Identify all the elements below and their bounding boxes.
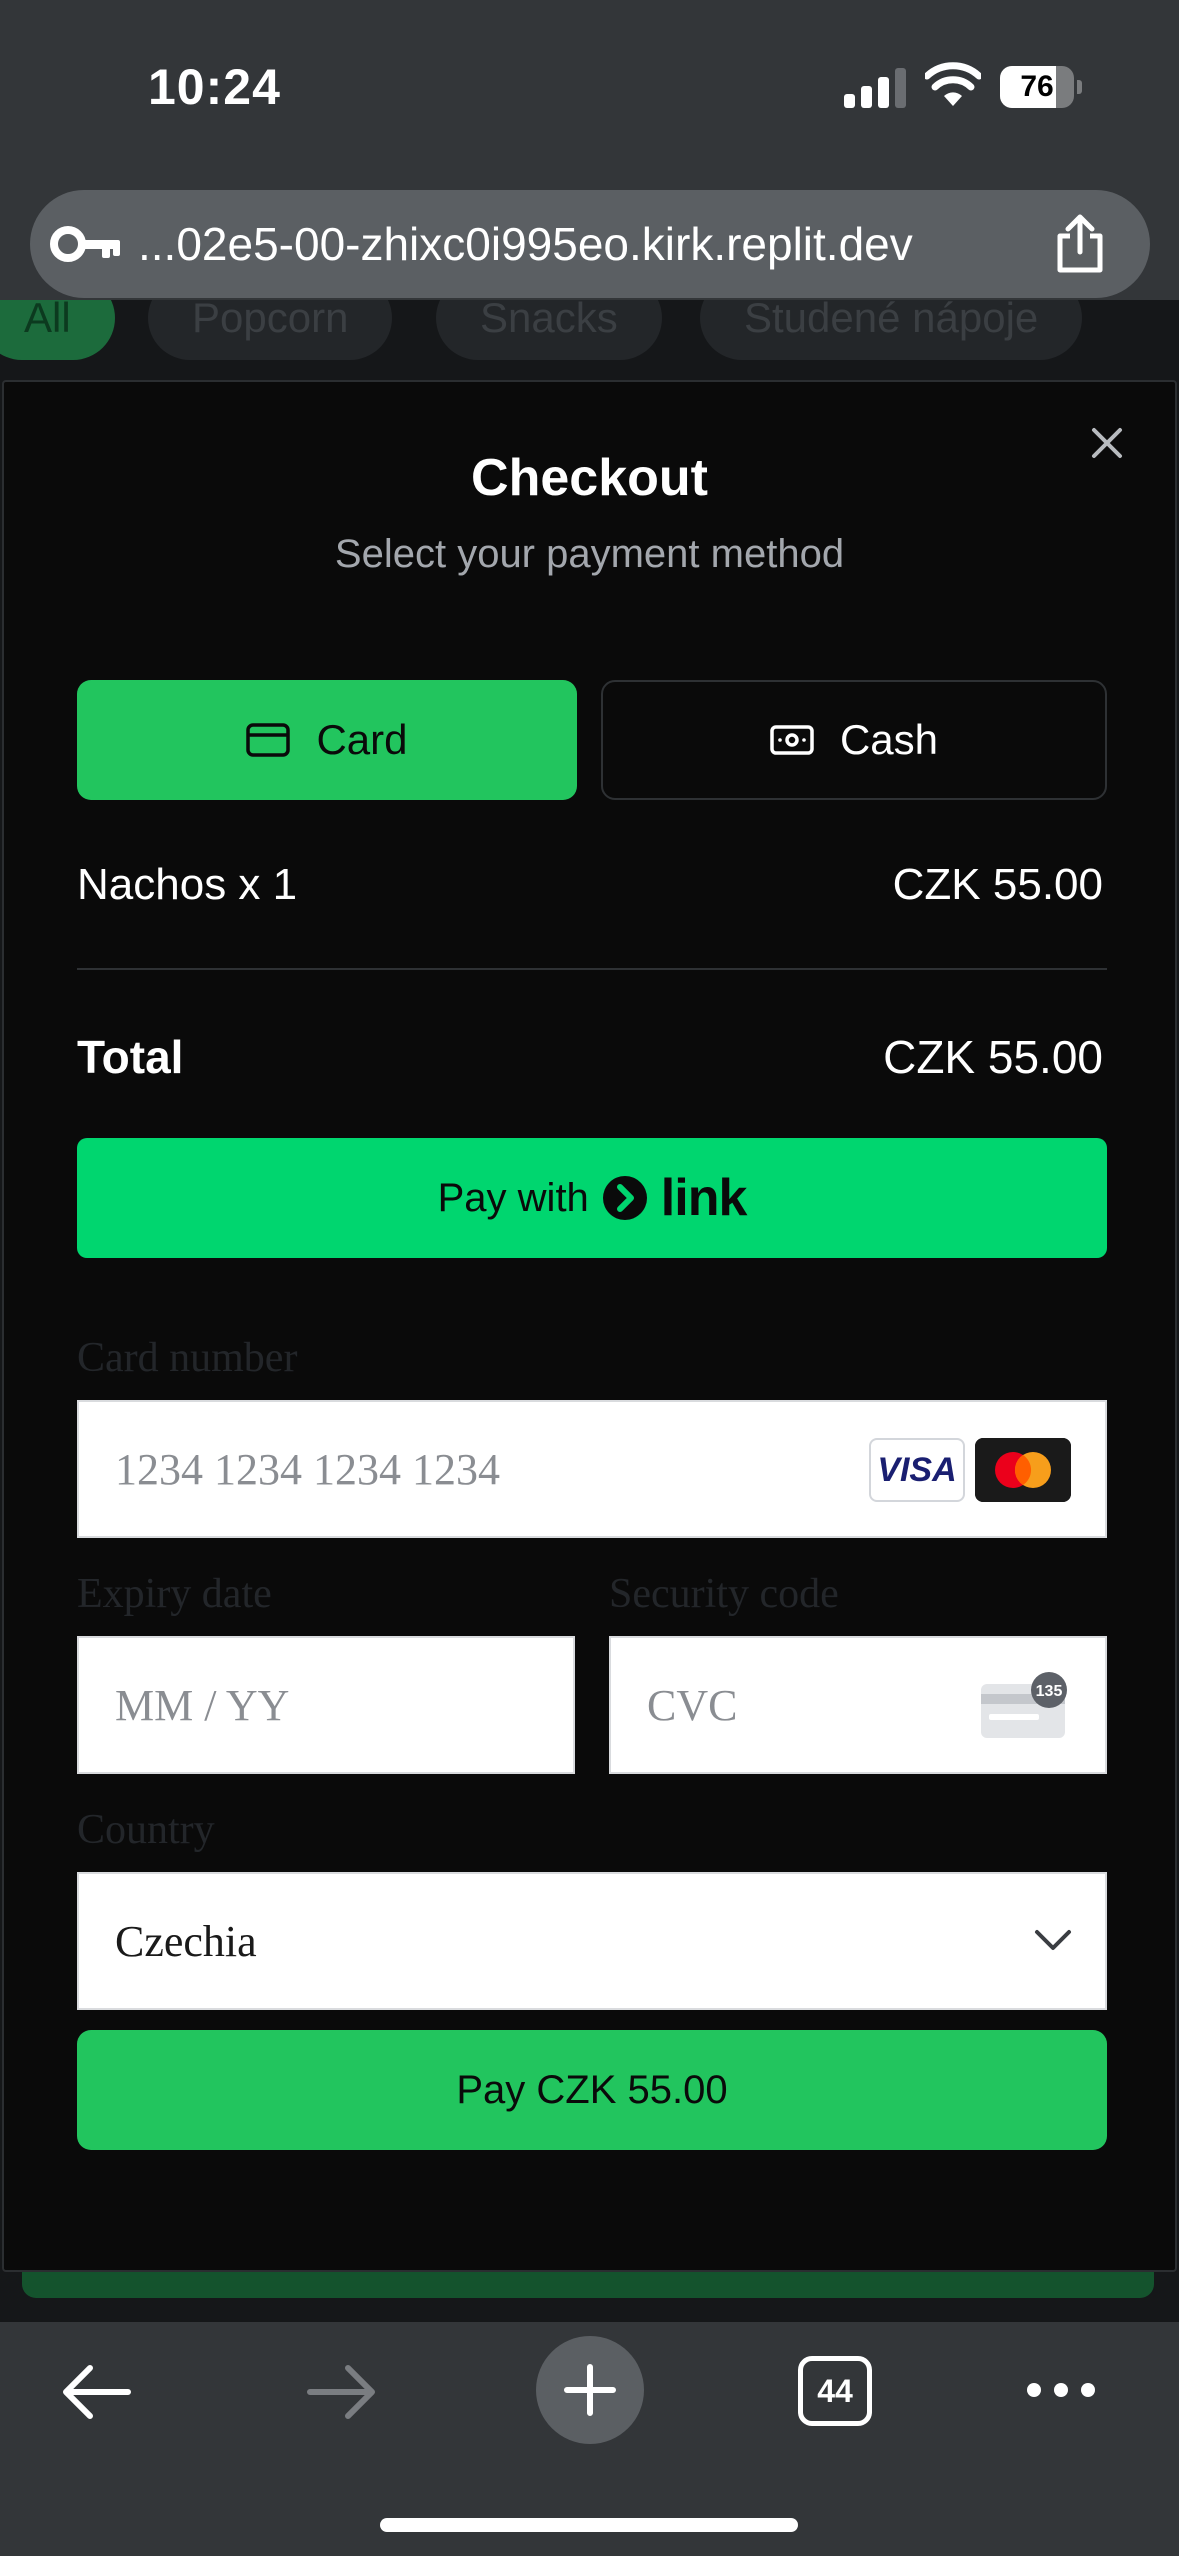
home-indicator <box>380 2518 798 2532</box>
link-button-prefix: Pay with <box>437 1175 589 1220</box>
more-dots-icon[interactable] <box>1024 2378 1098 2402</box>
divider <box>77 968 1107 970</box>
cvc-badge-text: 135 <box>1036 1683 1063 1700</box>
new-tab-button[interactable] <box>536 2336 644 2444</box>
card-number-placeholder: 1234 1234 1234 1234 <box>115 1444 500 1494</box>
card-method-button[interactable]: Card <box>77 680 577 800</box>
battery-icon: 76 <box>1000 66 1082 108</box>
status-bar: 10:24 76 <box>0 0 1179 180</box>
battery-level: 76 <box>1020 70 1054 103</box>
category-pill-all[interactable]: All <box>0 300 115 360</box>
cellular-signal-icon <box>844 68 906 108</box>
forward-arrow-icon[interactable] <box>304 2360 380 2424</box>
plus-icon <box>564 2364 616 2416</box>
total-value: CZK 55.00 <box>883 1031 1103 1083</box>
order-item-price: CZK 55.00 <box>892 860 1103 909</box>
country-select[interactable]: Czechia <box>77 1872 1107 2010</box>
banknote-icon <box>770 725 814 755</box>
country-label: Country <box>77 1807 215 1853</box>
country-value: Czechia <box>115 1916 257 1966</box>
share-icon[interactable] <box>1052 214 1108 274</box>
total-label: Total <box>77 1031 184 1083</box>
link-brand-text: link <box>660 1169 748 1227</box>
category-pill-cold-drinks[interactable]: Studené nápoje <box>700 300 1083 360</box>
expiry-date-field[interactable]: MM / YY <box>77 1636 575 1774</box>
back-arrow-icon[interactable] <box>58 2360 134 2424</box>
security-code-field[interactable]: CVC 135 <box>609 1636 1107 1774</box>
url-text[interactable]: ...02e5-00-zhixc0i995eo.kirk.replit.dev <box>138 216 1068 272</box>
mastercard-logo-icon <box>975 1438 1071 1502</box>
visa-logo-icon: VISA <box>869 1438 965 1502</box>
order-item-label: Nachos x 1 <box>77 860 298 909</box>
chevron-down-icon <box>1035 1930 1071 1950</box>
pay-with-link-button[interactable]: Pay with link <box>77 1138 1107 1258</box>
checkout-modal: Checkout Select your payment method Card… <box>2 380 1177 2272</box>
tabs-count-button[interactable]: 44 <box>798 2356 872 2426</box>
pay-button[interactable]: Pay CZK 55.00 <box>77 2030 1107 2150</box>
key-icon <box>50 226 120 262</box>
status-time: 10:24 <box>148 59 281 115</box>
card-number-label: Card number <box>77 1335 298 1381</box>
security-code-placeholder: CVC <box>647 1680 738 1730</box>
cash-method-label: Cash <box>839 716 939 763</box>
modal-subtitle: Select your payment method <box>334 532 845 576</box>
category-strip: All Popcorn Snacks Studené nápoje <box>0 300 1179 380</box>
wifi-icon <box>925 62 981 106</box>
credit-card-icon <box>246 723 291 757</box>
modal-title: Checkout <box>471 449 708 507</box>
category-pill-popcorn[interactable]: Popcorn <box>148 300 393 360</box>
expiry-date-placeholder: MM / YY <box>115 1680 290 1730</box>
url-bar[interactable]: ...02e5-00-zhixc0i995eo.kirk.replit.dev <box>30 190 1150 298</box>
cvc-card-icon: 135 <box>981 1672 1067 1738</box>
security-code-label: Security code <box>609 1571 839 1617</box>
cash-method-button[interactable]: Cash <box>601 680 1107 800</box>
card-number-field[interactable]: 1234 1234 1234 1234 VISA <box>77 1400 1107 1538</box>
link-logo-icon <box>602 1176 647 1220</box>
card-method-label: Card <box>316 716 408 763</box>
expiry-date-label: Expiry date <box>77 1571 272 1617</box>
category-pill-snacks[interactable]: Snacks <box>436 300 662 360</box>
